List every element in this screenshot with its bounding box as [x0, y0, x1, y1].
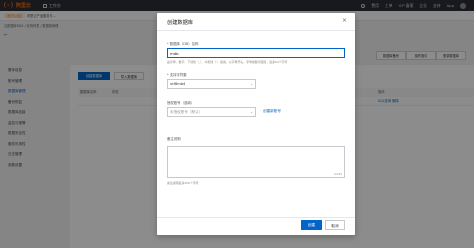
db-name-input[interactable]: mdb — [167, 48, 345, 58]
charset-value: utf8mb4 — [170, 82, 186, 86]
close-icon[interactable]: × — [342, 18, 347, 24]
create-account-link[interactable]: 创建新账号 — [263, 109, 281, 114]
dialog-title: 创建数据库 — [167, 20, 193, 26]
dialog-footer-divider — [157, 217, 355, 218]
create-button[interactable]: 创建 — [301, 220, 322, 230]
remark-help: 备注说明最多256个字符 — [167, 181, 199, 185]
db-name-label: *数据库（DB）名称 — [167, 42, 199, 46]
account-select[interactable]: 未授权账号（默认） ⌄ — [167, 107, 256, 117]
remark-counter: 0/256 — [333, 172, 342, 176]
db-name-help: 由字母、数字、下划线（_）、中划线（-）组成，以字母开头，字母或数字结尾，最多6… — [167, 60, 288, 64]
cancel-button[interactable]: 取消 — [325, 220, 345, 230]
chevron-down-icon: ⌄ — [249, 110, 253, 114]
account-label: 授权账号（选填） — [167, 101, 195, 105]
dialog-divider — [157, 30, 355, 31]
charset-label: *支持字符集 — [167, 73, 187, 77]
account-placeholder: 未授权账号（默认） — [170, 110, 203, 114]
charset-select[interactable]: utf8mb4 ⌄ — [167, 79, 256, 89]
chevron-down-icon: ⌄ — [249, 82, 253, 86]
create-database-dialog: 创建数据库 × *数据库（DB）名称 mdb 由字母、数字、下划线（_）、中划线… — [157, 13, 355, 235]
remark-textarea[interactable]: 0/256 — [167, 146, 345, 178]
remark-label: 备注说明 — [167, 137, 181, 141]
